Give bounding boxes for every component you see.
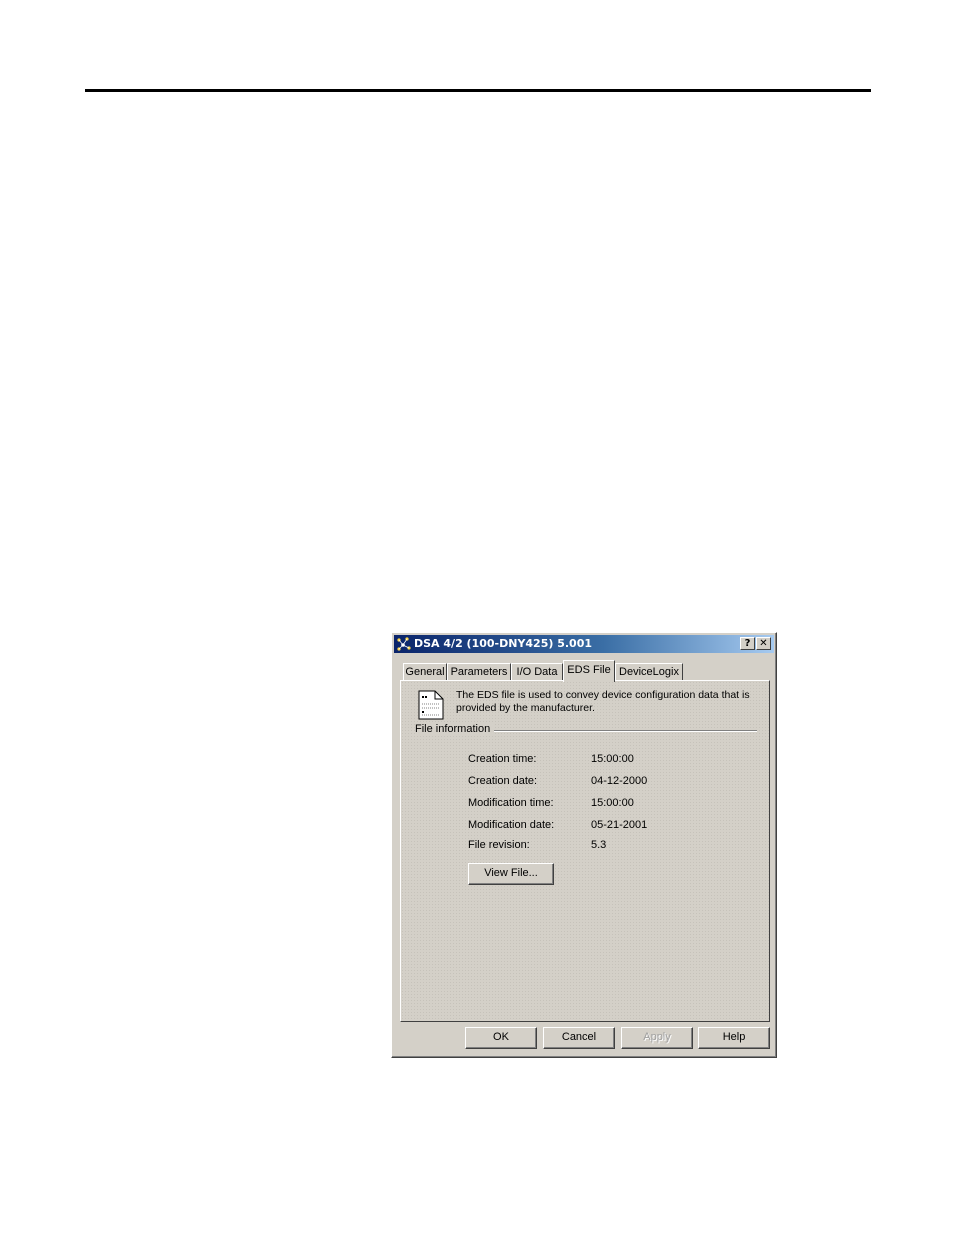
help-button[interactable]: Help: [698, 1027, 770, 1049]
eds-file-tab-panel: The EDS file is used to convey device co…: [400, 680, 770, 1022]
page-header-rule: [85, 89, 871, 92]
apply-button[interactable]: Apply: [621, 1027, 693, 1049]
title-bar[interactable]: DSA 4/2 (100-DNY425) 5.001 ? ✕: [394, 635, 774, 653]
ok-button[interactable]: OK: [465, 1027, 537, 1049]
modification-date-label: Modification date:: [468, 819, 555, 831]
tab-io-data[interactable]: I/O Data: [511, 663, 563, 681]
tab-eds-file[interactable]: EDS File: [563, 660, 615, 682]
file-information-label: File information: [415, 723, 495, 735]
network-device-icon: [397, 637, 411, 651]
creation-time-label: Creation time:: [468, 753, 537, 765]
tab-devicelogix[interactable]: DeviceLogix: [615, 663, 683, 681]
modification-time-label: Modification time:: [468, 797, 554, 809]
close-title-button[interactable]: ✕: [756, 637, 771, 650]
eds-description: The EDS file is used to convey device co…: [456, 689, 750, 714]
cancel-button[interactable]: Cancel: [543, 1027, 615, 1049]
modification-time-value: 15:00:00: [591, 797, 634, 809]
tab-parameters[interactable]: Parameters: [447, 663, 511, 681]
document-icon: [418, 690, 444, 720]
creation-date-label: Creation date:: [468, 775, 538, 787]
file-revision-value: 5.3: [591, 839, 607, 851]
view-file-button[interactable]: View File...: [468, 863, 554, 885]
eds-file-properties-dialog: DSA 4/2 (100-DNY425) 5.001 ? ✕ General P…: [391, 632, 777, 1058]
window-title: DSA 4/2 (100-DNY425) 5.001: [414, 637, 593, 650]
tab-general[interactable]: General: [403, 663, 447, 681]
modification-date-value: 05-21-2001: [591, 819, 648, 831]
help-title-button[interactable]: ?: [740, 637, 755, 650]
creation-time-value: 15:00:00: [591, 753, 634, 765]
creation-date-value: 04-12-2000: [591, 775, 648, 787]
file-revision-label: File revision:: [468, 839, 530, 851]
group-divider: [489, 730, 757, 732]
